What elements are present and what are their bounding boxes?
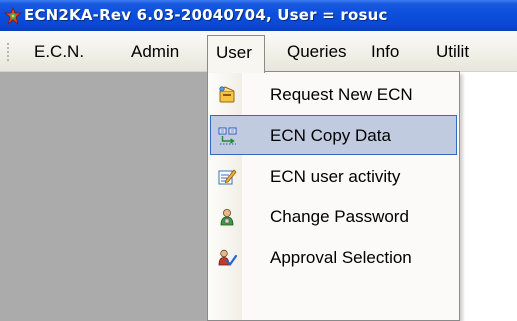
title-bar[interactable]: ECN2KA-Rev 6.03-20040704, User = rosuc (0, 0, 517, 31)
user-approval-icon (217, 248, 238, 268)
menu-item-label: ECN Copy Data (270, 126, 391, 145)
menu-ecn[interactable]: E.C.N. (34, 31, 84, 72)
menu-info[interactable]: Info (371, 31, 399, 72)
menu-item-label: Approval Selection (270, 248, 412, 267)
menu-queries[interactable]: Queries (287, 31, 347, 72)
menu-bar: E.C.N. Admin User Queries Info Utilit (0, 31, 517, 73)
menu-item-label: Request New ECN (270, 85, 413, 104)
copy-data-icon (218, 126, 238, 146)
edit-activity-icon (217, 167, 237, 187)
menu-item-ecn-user-activity[interactable]: ECN user activity (210, 157, 457, 197)
menu-item-ecn-copy-data[interactable]: ECN Copy Data (210, 115, 457, 155)
request-ecn-icon (217, 85, 237, 105)
toolbar-grip[interactable] (6, 43, 10, 63)
user-menu-dropdown: Request New ECN ECN Copy Data ECN user a… (207, 71, 460, 321)
menu-item-label: Change Password (270, 207, 409, 226)
menu-item-label: ECN user activity (270, 167, 401, 186)
app-icon[interactable] (3, 6, 23, 26)
menu-item-request-new-ecn[interactable]: Request New ECN (210, 75, 457, 115)
application-window: ECN2KA-Rev 6.03-20040704, User = rosuc E… (0, 0, 517, 321)
window-title: ECN2KA-Rev 6.03-20040704, User = rosuc (24, 6, 388, 24)
menu-admin[interactable]: Admin (131, 31, 179, 72)
menu-user[interactable]: User (207, 35, 265, 73)
menu-item-change-password[interactable]: Change Password (210, 197, 457, 237)
menu-utilities[interactable]: Utilit (436, 31, 469, 72)
user-password-icon (217, 207, 237, 227)
menu-item-approval-selection[interactable]: Approval Selection (210, 238, 457, 278)
background-area (460, 72, 517, 321)
